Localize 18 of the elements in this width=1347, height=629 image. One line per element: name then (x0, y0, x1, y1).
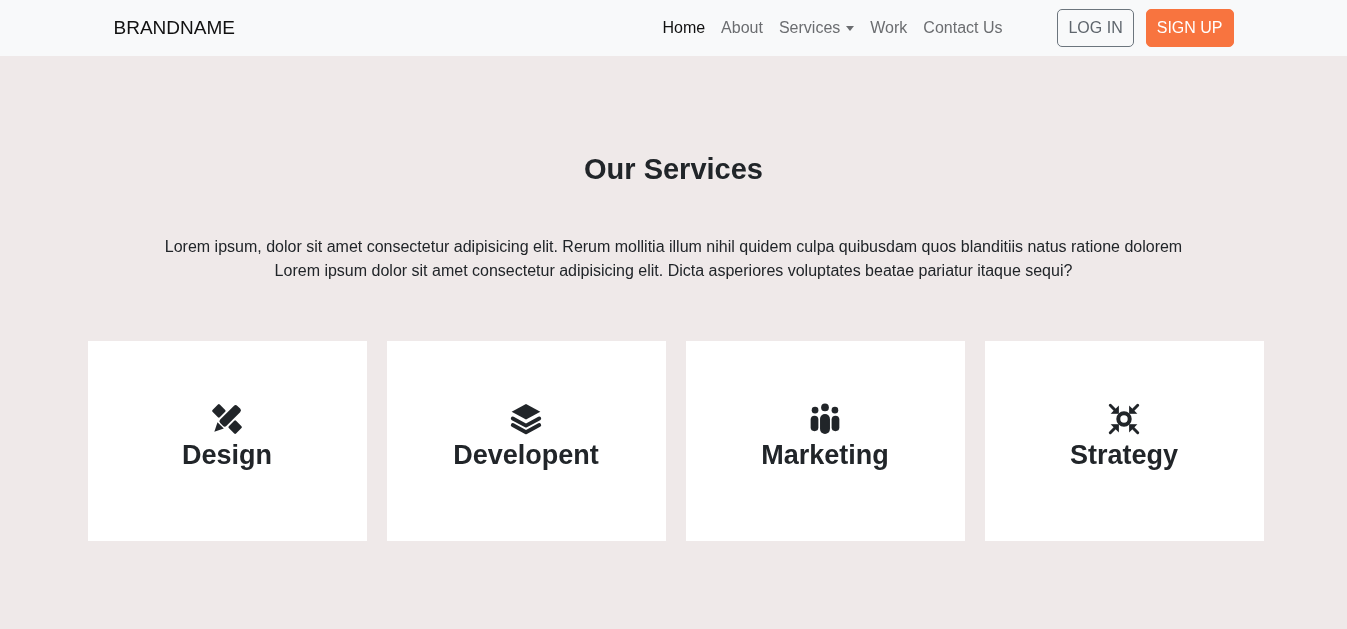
nav-link[interactable]: About (713, 11, 771, 45)
section-description: Lorem ipsum, dolor sit amet consectetur adipisicing elit. Rerum mollitia illum nihil quidem culpa quibusdam quos blanditiis natus ratione dolorem Lorem ipsum dolor sit amet consectetur adipisicing elit. Dicta asperiores voluptates beatae pariatur itaque sequi? (164, 237, 1183, 281)
signup-button[interactable]: SIGN UP (1145, 9, 1234, 47)
compress-target-icon (1108, 402, 1140, 435)
service-title: Developent (453, 438, 599, 472)
section-title: Our Services (584, 152, 763, 187)
nav-dropdown-link[interactable]: Services (770, 11, 863, 45)
pencil-ruler-icon (211, 402, 243, 435)
nav-link[interactable]: Home (654, 11, 714, 45)
layers-icon (510, 402, 542, 435)
nav-link[interactable]: Work (862, 11, 916, 45)
brand-name[interactable]: BRANDNAME (113, 17, 235, 39)
login-button[interactable]: LOG IN (1057, 9, 1134, 47)
service-title: Marketing (761, 438, 889, 472)
service-title: Strategy (1069, 438, 1178, 472)
people-group-icon (809, 402, 841, 435)
nav-link[interactable]: Contact Us (915, 11, 1011, 45)
service-title: Design (182, 438, 272, 472)
